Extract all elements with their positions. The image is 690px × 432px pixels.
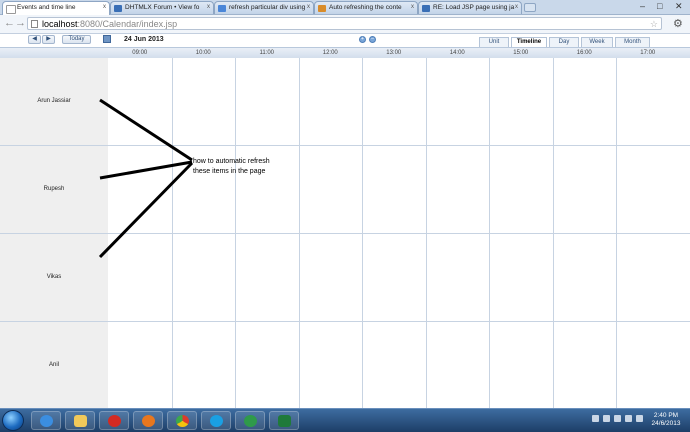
taskbar-clock[interactable]: 2:40 PM 24/6/2013 bbox=[646, 412, 686, 428]
hour-label: 09:00 bbox=[132, 50, 148, 56]
annotation-text: how to automatic refresh these items in … bbox=[193, 157, 303, 177]
close-tab-icon[interactable]: x bbox=[515, 4, 518, 10]
firefox-icon bbox=[142, 415, 155, 427]
browser-tab-refresh-div[interactable]: refresh particular div using x bbox=[214, 1, 314, 14]
next-button[interactable]: ▶ bbox=[42, 35, 55, 44]
system-tray bbox=[590, 413, 650, 427]
grid-hline bbox=[108, 145, 690, 146]
taskbar-folder-button[interactable] bbox=[65, 411, 95, 430]
browser-tab-auto-refresh[interactable]: Auto refreshing the conte x bbox=[314, 1, 418, 14]
clock-date: 24/6/2013 bbox=[651, 420, 681, 427]
maximize-button[interactable]: □ bbox=[657, 1, 662, 11]
google-favicon-icon bbox=[218, 5, 226, 12]
forward-arrow-icon[interactable]: → bbox=[15, 17, 26, 29]
skype-icon bbox=[210, 415, 223, 427]
close-window-button[interactable]: ✕ bbox=[675, 1, 683, 12]
tray-arrow-icon[interactable] bbox=[592, 415, 599, 422]
close-tab-icon[interactable]: x bbox=[307, 4, 310, 10]
browser-tab-load-jsp[interactable]: RE: Load JSP page using ja x bbox=[418, 1, 522, 14]
section-label: Rupesh bbox=[0, 146, 108, 234]
ie-icon bbox=[40, 415, 53, 427]
hour-label: 16:00 bbox=[576, 50, 592, 56]
close-tab-icon[interactable]: x bbox=[207, 4, 210, 10]
close-tab-icon[interactable]: x bbox=[411, 4, 414, 10]
network-icon[interactable] bbox=[614, 415, 621, 422]
new-tab-button[interactable] bbox=[524, 3, 536, 12]
today-button[interactable]: Today bbox=[62, 35, 91, 44]
windows-taskbar: 2:40 PM 24/6/2013 bbox=[0, 408, 690, 432]
grid-hline bbox=[108, 233, 690, 234]
tab-timeline[interactable]: Timeline bbox=[511, 37, 547, 47]
tab-label: Auto refreshing the conte bbox=[329, 4, 402, 11]
tab-label: refresh particular div using bbox=[229, 4, 306, 11]
tab-unit[interactable]: Unit bbox=[479, 37, 509, 47]
close-tab-icon[interactable]: x bbox=[103, 4, 106, 10]
bookmark-star-icon[interactable]: ☆ bbox=[650, 18, 658, 30]
timeline-sections-panel: Arun Jassiar Rupesh Vikas Anil bbox=[0, 58, 109, 408]
hour-label: 10:00 bbox=[195, 50, 211, 56]
clock-time: 2:40 PM bbox=[653, 412, 679, 419]
prev-arrow-icon: ◀ bbox=[32, 36, 37, 42]
section-label: Anil bbox=[48, 362, 59, 368]
section-label: Vikas bbox=[0, 234, 108, 322]
hour-label: 13:00 bbox=[386, 50, 402, 56]
power-icon[interactable] bbox=[636, 415, 643, 422]
tab-label: RE: Load JSP page using ja bbox=[433, 4, 515, 11]
taskbar-firefox-button[interactable] bbox=[133, 411, 163, 430]
volume-icon[interactable] bbox=[625, 415, 632, 422]
hour-label: 17:00 bbox=[640, 50, 656, 56]
chrome-icon bbox=[176, 415, 189, 427]
scheduler-toolbar: ◀ ▶ Today 24 Jun 2013 + – Unit Timeline … bbox=[0, 34, 690, 47]
page-icon bbox=[31, 20, 38, 28]
dhtmlx-favicon-icon bbox=[114, 5, 122, 12]
annotation-line: how to automatic refresh bbox=[193, 158, 270, 165]
green-app-icon bbox=[244, 415, 257, 427]
zoom-out-button[interactable]: – bbox=[369, 36, 376, 43]
excel-icon bbox=[278, 415, 291, 427]
annotation-line: these items in the page bbox=[193, 168, 266, 175]
hour-label: 14:00 bbox=[449, 50, 465, 56]
browser-tab-strip: Events and time line x DHTMLX Forum • Vi… bbox=[0, 0, 690, 15]
browser-toolbar: ← → localhost:8080/Calendar/index.jsp ☆ … bbox=[0, 15, 690, 34]
dhtmlx-favicon-icon bbox=[422, 5, 430, 12]
timeline-grid[interactable] bbox=[108, 58, 690, 408]
tab-day[interactable]: Day bbox=[549, 37, 579, 47]
tab-month[interactable]: Month bbox=[615, 37, 650, 47]
stackoverflow-favicon-icon bbox=[318, 5, 326, 12]
taskbar-ie-button[interactable] bbox=[31, 411, 61, 430]
start-button[interactable] bbox=[2, 410, 24, 431]
wrench-icon[interactable]: ⚙ bbox=[673, 17, 683, 30]
taskbar-excel-button[interactable] bbox=[269, 411, 299, 430]
minimize-button[interactable]: – bbox=[640, 1, 645, 11]
hour-label: 15:00 bbox=[513, 50, 529, 56]
taskbar-chrome-button[interactable] bbox=[167, 411, 197, 430]
browser-tab-events[interactable]: Events and time line x bbox=[2, 1, 110, 15]
tab-label: DHTMLX Forum • View fo bbox=[125, 4, 200, 11]
back-arrow-icon[interactable]: ← bbox=[4, 17, 15, 29]
taskbar-green-app-button[interactable] bbox=[235, 411, 265, 430]
section-label: Arun Jassiar bbox=[0, 58, 108, 146]
address-bar[interactable]: localhost:8080/Calendar/index.jsp ☆ bbox=[27, 17, 662, 30]
calendar-icon[interactable] bbox=[103, 35, 111, 43]
zoom-in-button[interactable]: + bbox=[359, 36, 366, 43]
browser-tab-dhtmlx-forum[interactable]: DHTMLX Forum • View fo x bbox=[110, 1, 214, 14]
next-arrow-icon: ▶ bbox=[46, 36, 51, 42]
flag-icon[interactable] bbox=[603, 415, 610, 422]
folder-icon bbox=[74, 415, 87, 427]
tab-label: Events and time line bbox=[17, 4, 76, 11]
prev-button[interactable]: ◀ bbox=[28, 35, 41, 44]
taskbar-opera-button[interactable] bbox=[99, 411, 129, 430]
address-host: localhost bbox=[42, 19, 78, 29]
grid-hline bbox=[108, 321, 690, 322]
hour-label: 12:00 bbox=[322, 50, 338, 56]
taskbar-skype-button[interactable] bbox=[201, 411, 231, 430]
tab-week[interactable]: Week bbox=[581, 37, 613, 47]
address-path: :8080/Calendar/index.jsp bbox=[77, 19, 178, 29]
hour-label: 11:00 bbox=[259, 50, 275, 56]
opera-icon bbox=[108, 415, 121, 427]
date-label: 24 Jun 2013 bbox=[124, 36, 164, 43]
page-icon bbox=[6, 5, 16, 14]
